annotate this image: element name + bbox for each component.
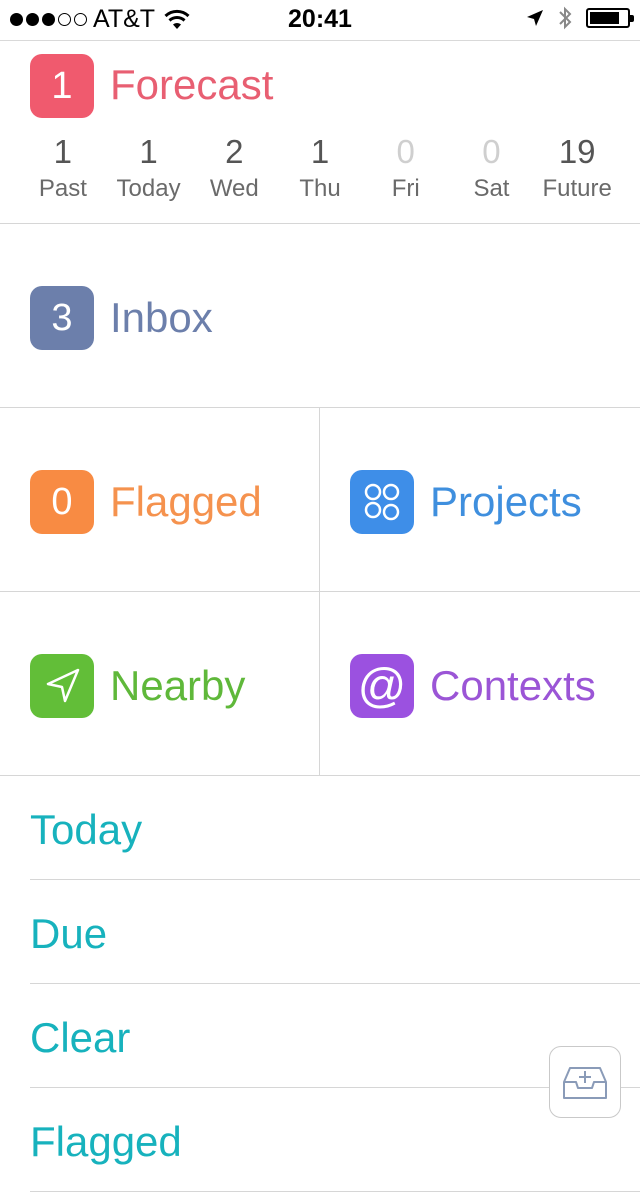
status-bar: AT&T 20:41	[0, 0, 640, 41]
forecast-day-label: Thu	[299, 175, 341, 202]
forecast-day-thu[interactable]: 1 Thu	[277, 129, 363, 203]
carrier-name: AT&T	[93, 5, 156, 33]
status-left: AT&T	[10, 5, 191, 34]
contexts-tile[interactable]: @ Contexts	[320, 592, 640, 775]
grid-row-2: Nearby @ Contexts	[0, 592, 640, 776]
forecast-day-count: 0	[396, 133, 415, 170]
inbox-title: Inbox	[110, 294, 213, 341]
forecast-badge: 1	[30, 54, 94, 118]
inbox-add-icon	[563, 1067, 607, 1099]
quick-entry-button[interactable]	[549, 1046, 621, 1118]
forecast-day-label: Past	[38, 175, 87, 202]
projects-tile[interactable]: Projects	[320, 408, 640, 591]
nearby-title: Nearby	[110, 662, 246, 709]
forecast-day-sat[interactable]: 0 Sat	[449, 129, 535, 203]
grid-row-1: 0 Flagged Projects	[0, 408, 640, 592]
perspectives-list: Today Due Clear Flagged	[0, 776, 640, 1192]
inbox-badge: 3	[30, 286, 94, 350]
status-right	[526, 6, 634, 30]
forecast-section[interactable]: 1 Forecast 1 Past 1 Today 2 Wed 1 Thu 0 …	[0, 41, 640, 224]
projects-icon	[350, 470, 414, 534]
forecast-day-label: Fri	[391, 175, 420, 202]
forecast-day-future[interactable]: 19 Future	[534, 129, 620, 203]
forecast-day-count: 1	[139, 133, 158, 170]
flagged-title: Flagged	[110, 478, 262, 525]
signal-strength	[10, 13, 87, 26]
wifi-icon	[164, 9, 190, 29]
inbox-section[interactable]: 3 Inbox	[0, 224, 640, 408]
perspective-today[interactable]: Today	[30, 776, 640, 880]
location-arrow-icon	[30, 654, 94, 718]
at-sign-icon: @	[350, 654, 414, 718]
forecast-day-wed[interactable]: 2 Wed	[191, 129, 277, 203]
forecast-day-count: 19	[558, 133, 596, 170]
nearby-tile[interactable]: Nearby	[0, 592, 320, 775]
forecast-day-label: Sat	[473, 175, 510, 202]
forecast-day-label: Today	[116, 175, 181, 202]
flagged-tile[interactable]: 0 Flagged	[0, 408, 320, 591]
forecast-day-count: 0	[482, 133, 501, 170]
perspective-due[interactable]: Due	[30, 880, 640, 984]
forecast-day-fri[interactable]: 0 Fri	[363, 129, 449, 203]
forecast-day-label: Future	[542, 175, 612, 202]
projects-title: Projects	[430, 478, 582, 525]
forecast-day-today[interactable]: 1 Today	[106, 129, 192, 203]
forecast-day-count: 2	[225, 133, 244, 170]
forecast-day-count: 1	[310, 133, 330, 170]
forecast-title: Forecast	[110, 61, 274, 108]
location-services-icon	[527, 10, 543, 26]
forecast-day-count: 1	[53, 133, 73, 170]
bluetooth-icon	[559, 6, 572, 30]
forecast-day-past[interactable]: 1 Past	[20, 129, 106, 203]
contexts-title: Contexts	[430, 662, 596, 709]
battery-icon	[586, 8, 634, 28]
forecast-day-label: Wed	[209, 175, 259, 202]
forecast-days: 1 Past 1 Today 2 Wed 1 Thu 0 Fri 0 Sat 1…	[20, 129, 620, 203]
flagged-badge: 0	[30, 470, 94, 534]
